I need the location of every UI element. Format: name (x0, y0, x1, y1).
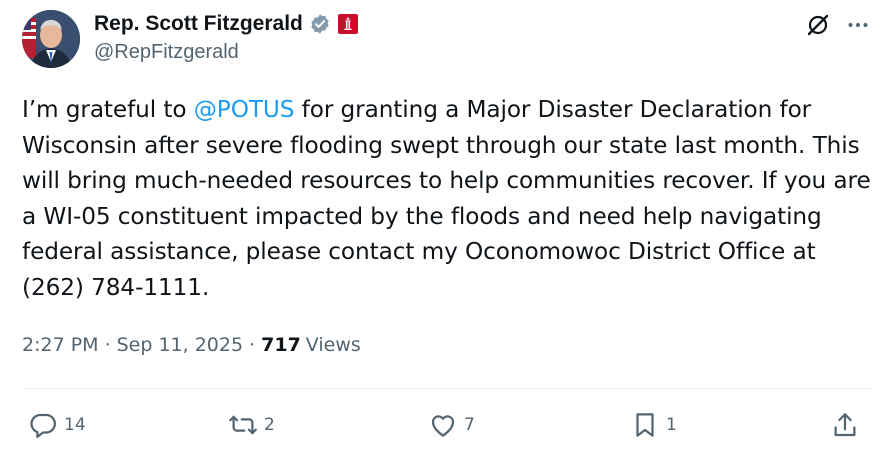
like-button[interactable]: 7 (428, 405, 475, 445)
views-count[interactable]: 717 (261, 334, 301, 356)
repost-button[interactable]: 2 (228, 405, 275, 445)
author-name-row: Rep. Scott Fitzgerald (94, 10, 359, 38)
tweet-text-body: for granting a Major Disaster Declaratio… (22, 96, 871, 301)
tweet-text: I’m grateful to @POTUS for granting a Ma… (22, 92, 882, 305)
bookmark-count: 1 (666, 415, 677, 435)
tweet-actions-bar: 14 2 7 1 (22, 405, 873, 445)
affiliation-badge-icon[interactable] (337, 13, 359, 35)
author-handle[interactable]: @RepFitzgerald (94, 41, 239, 64)
meta-separator: · (249, 334, 256, 356)
views-label: Views (305, 334, 361, 356)
tweet-date[interactable]: Sep 11, 2025 (117, 334, 243, 356)
tweet-meta: 2:27 PM · Sep 11, 2025 · 717 Views (22, 334, 361, 356)
reply-icon (28, 410, 58, 440)
like-icon (428, 410, 458, 440)
divider (22, 388, 873, 389)
repost-count: 2 (264, 415, 275, 435)
more-options-icon[interactable] (845, 12, 871, 38)
avatar-image (22, 10, 80, 68)
meta-separator: · (104, 334, 111, 356)
tweet-top-actions (805, 12, 871, 38)
author-display-name[interactable]: Rep. Scott Fitzgerald (94, 12, 303, 36)
reply-button[interactable]: 14 (28, 405, 86, 445)
mention-link[interactable]: @POTUS (194, 96, 295, 123)
tweet-text-intro: I’m grateful to (22, 96, 194, 123)
avatar[interactable] (22, 10, 80, 68)
like-count: 7 (464, 415, 475, 435)
reply-count: 14 (64, 415, 86, 435)
share-icon (830, 410, 860, 440)
bookmark-button[interactable]: 1 (630, 405, 677, 445)
share-button[interactable] (830, 405, 860, 445)
grok-icon[interactable] (805, 12, 831, 38)
repost-icon (228, 410, 258, 440)
verified-badge-icon[interactable] (309, 13, 331, 35)
tweet-time[interactable]: 2:27 PM (22, 334, 99, 356)
bookmark-icon (630, 410, 660, 440)
